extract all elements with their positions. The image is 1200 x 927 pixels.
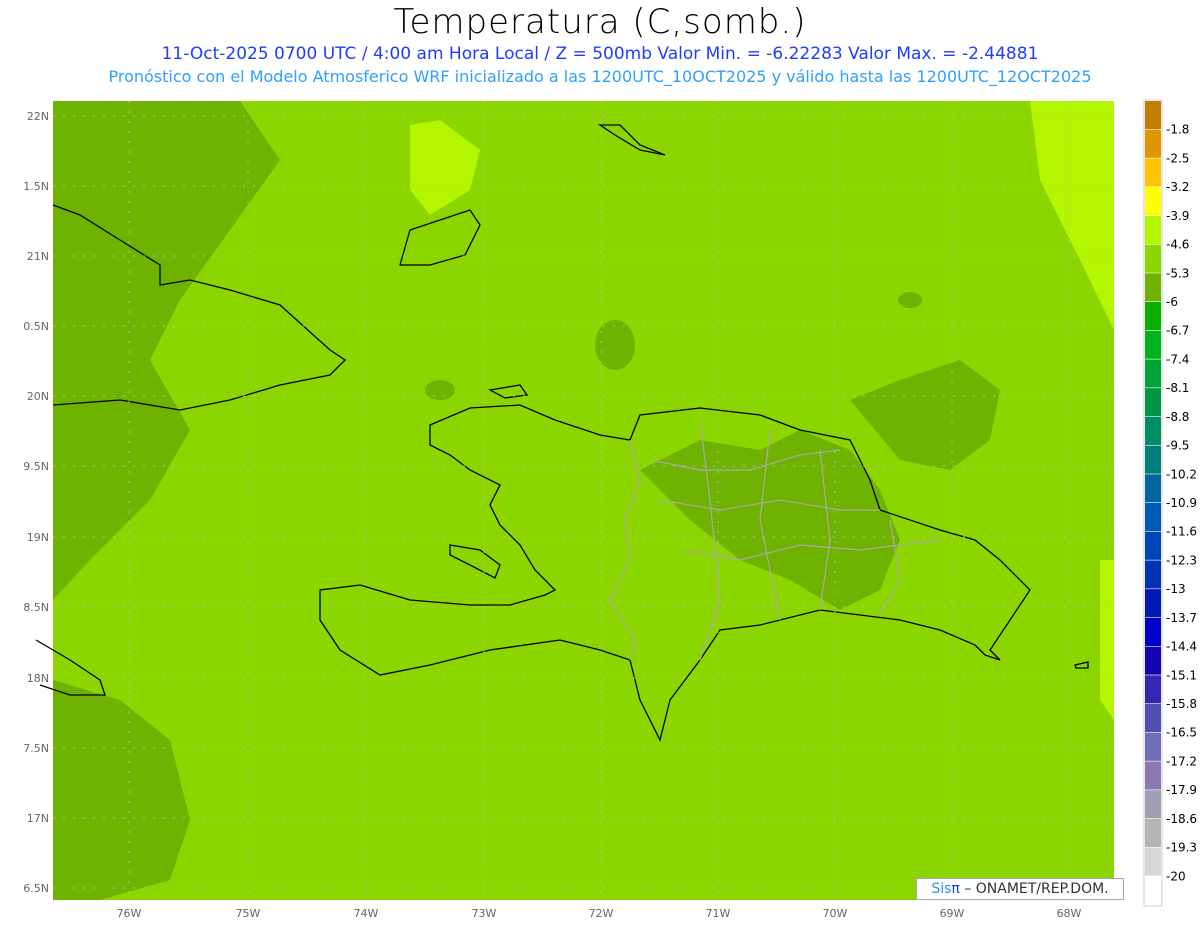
colorbar-label: -12.3 — [1166, 553, 1197, 567]
lon-label: 70W — [823, 907, 848, 920]
colorbar-label: -16.5 — [1166, 726, 1197, 740]
colorbar-swatch — [1145, 244, 1161, 273]
colorbar-swatch — [1145, 101, 1161, 130]
colorbar-swatch — [1145, 646, 1161, 675]
colorbar-swatch — [1145, 589, 1161, 618]
colorbar-label: -3.9 — [1166, 209, 1189, 223]
lon-label: 75W — [236, 907, 261, 920]
colorbar-label: -18.6 — [1166, 812, 1197, 826]
lon-label: 74W — [354, 907, 379, 920]
lat-label: 7.5N — [23, 742, 49, 755]
colorbar-swatch — [1145, 876, 1161, 905]
colorbar-label: -8.1 — [1166, 381, 1189, 395]
colorbar-label: -9.5 — [1166, 439, 1189, 453]
credit-sis: Sis — [931, 881, 952, 897]
colorbar-label: -7.4 — [1166, 352, 1189, 366]
colorbar-label: -8.8 — [1166, 410, 1189, 424]
colorbar-swatch — [1145, 503, 1161, 532]
colorbar-swatch — [1145, 847, 1161, 876]
map-title: Temperatura (C,somb.) — [393, 2, 807, 42]
colorbar-label: -20 — [1166, 869, 1186, 883]
colorbar-label: -17.9 — [1166, 783, 1197, 797]
colorbar-label: -17.2 — [1166, 754, 1197, 768]
lon-label: 68W — [1057, 907, 1082, 920]
colorbar-swatch — [1145, 704, 1161, 733]
lon-label: 73W — [472, 907, 497, 920]
longitude-labels: 76W 75W 74W 73W 72W 71W 70W 69W 68W — [117, 907, 1082, 920]
model-info-subtitle: Pronóstico con el Modelo Atmosferico WRF… — [108, 67, 1092, 86]
credit-text: – ONAMET/REP.DOM. — [959, 881, 1109, 897]
lat-label: 8.5N — [23, 601, 49, 614]
lat-label: 19N — [27, 531, 49, 544]
colorbar-label: -11.6 — [1166, 525, 1197, 539]
lon-label: 76W — [117, 907, 142, 920]
colorbar-label: -13 — [1166, 582, 1186, 596]
colorbar-swatch — [1145, 215, 1161, 244]
colorbar-swatch — [1145, 732, 1161, 761]
colorbar-label: -4.6 — [1166, 238, 1189, 252]
colorbar-label: -10.9 — [1166, 496, 1197, 510]
colorbar-swatch — [1145, 474, 1161, 503]
colorbar-label: -3.2 — [1166, 180, 1189, 194]
colorbar-swatch — [1145, 330, 1161, 359]
latitude-labels: 22N 1.5N 21N 0.5N 20N 9.5N 19N 8.5N 18N 7.5N 17N 6.… — [23, 110, 49, 895]
colorbar-swatch — [1145, 187, 1161, 216]
colorbar-swatch — [1145, 445, 1161, 474]
lat-label: 22N — [27, 110, 49, 123]
colorbar-swatch — [1145, 359, 1161, 388]
colorbar-label: -13.7 — [1166, 611, 1197, 625]
colorbar-label: -1.8 — [1166, 123, 1189, 137]
lat-label: 6.5N — [23, 882, 49, 895]
colorbar-swatch — [1145, 302, 1161, 331]
colorbar-label: -10.2 — [1166, 467, 1197, 481]
colorbar-label: -2.5 — [1166, 151, 1189, 165]
colorbar-swatch — [1145, 761, 1161, 790]
lon-label: 71W — [706, 907, 731, 920]
lat-label: 17N — [27, 812, 49, 825]
colorbar-swatch — [1145, 560, 1161, 589]
valid-time-subtitle: 11-Oct-2025 0700 UTC / 4:00 am Hora Loca… — [161, 44, 1039, 64]
colorbar-swatch — [1145, 129, 1161, 158]
lat-label: 21N — [27, 250, 49, 263]
colorbar-label: -6 — [1166, 295, 1178, 309]
lon-label: 72W — [589, 907, 614, 920]
colorbar-label: -14.4 — [1166, 640, 1197, 654]
colorbar-label: -15.1 — [1166, 668, 1197, 682]
colorbar-label: -6.7 — [1166, 324, 1189, 338]
colorbar-swatch — [1145, 790, 1161, 819]
lat-label: 20N — [27, 390, 49, 403]
lat-label: 9.5N — [23, 460, 49, 473]
lat-label: 18N — [27, 672, 49, 685]
colorbar-swatch — [1145, 531, 1161, 560]
colorbar-swatch — [1145, 617, 1161, 646]
credit-box: Sisπ – ONAMET/REP.DOM. — [916, 878, 1124, 900]
colorbar-swatch — [1145, 818, 1161, 847]
lat-label: 1.5N — [23, 180, 49, 193]
temperature-map: 22N 1.5N 21N 0.5N 20N 9.5N 19N 8.5N 18N 7.5N 17N 6.… — [23, 99, 1197, 920]
colorbar-swatch — [1145, 273, 1161, 302]
colorbar-label: -19.3 — [1166, 841, 1197, 855]
colorbar: -1.8 -2.5 -3.2 -3.9 -4.6 -5.3 -6 -6.7 -7.4 -8.1 -8… — [1143, 99, 1197, 907]
colorbar-swatch — [1145, 416, 1161, 445]
colorbar-label: -15.8 — [1166, 697, 1197, 711]
colorbar-swatch — [1145, 158, 1161, 187]
colorbar-label: -5.3 — [1166, 266, 1189, 280]
colorbar-swatch — [1145, 388, 1161, 417]
lat-label: 0.5N — [23, 320, 49, 333]
lon-label: 69W — [940, 907, 965, 920]
credit-pi: π — [951, 881, 960, 897]
colorbar-swatch — [1145, 675, 1161, 704]
